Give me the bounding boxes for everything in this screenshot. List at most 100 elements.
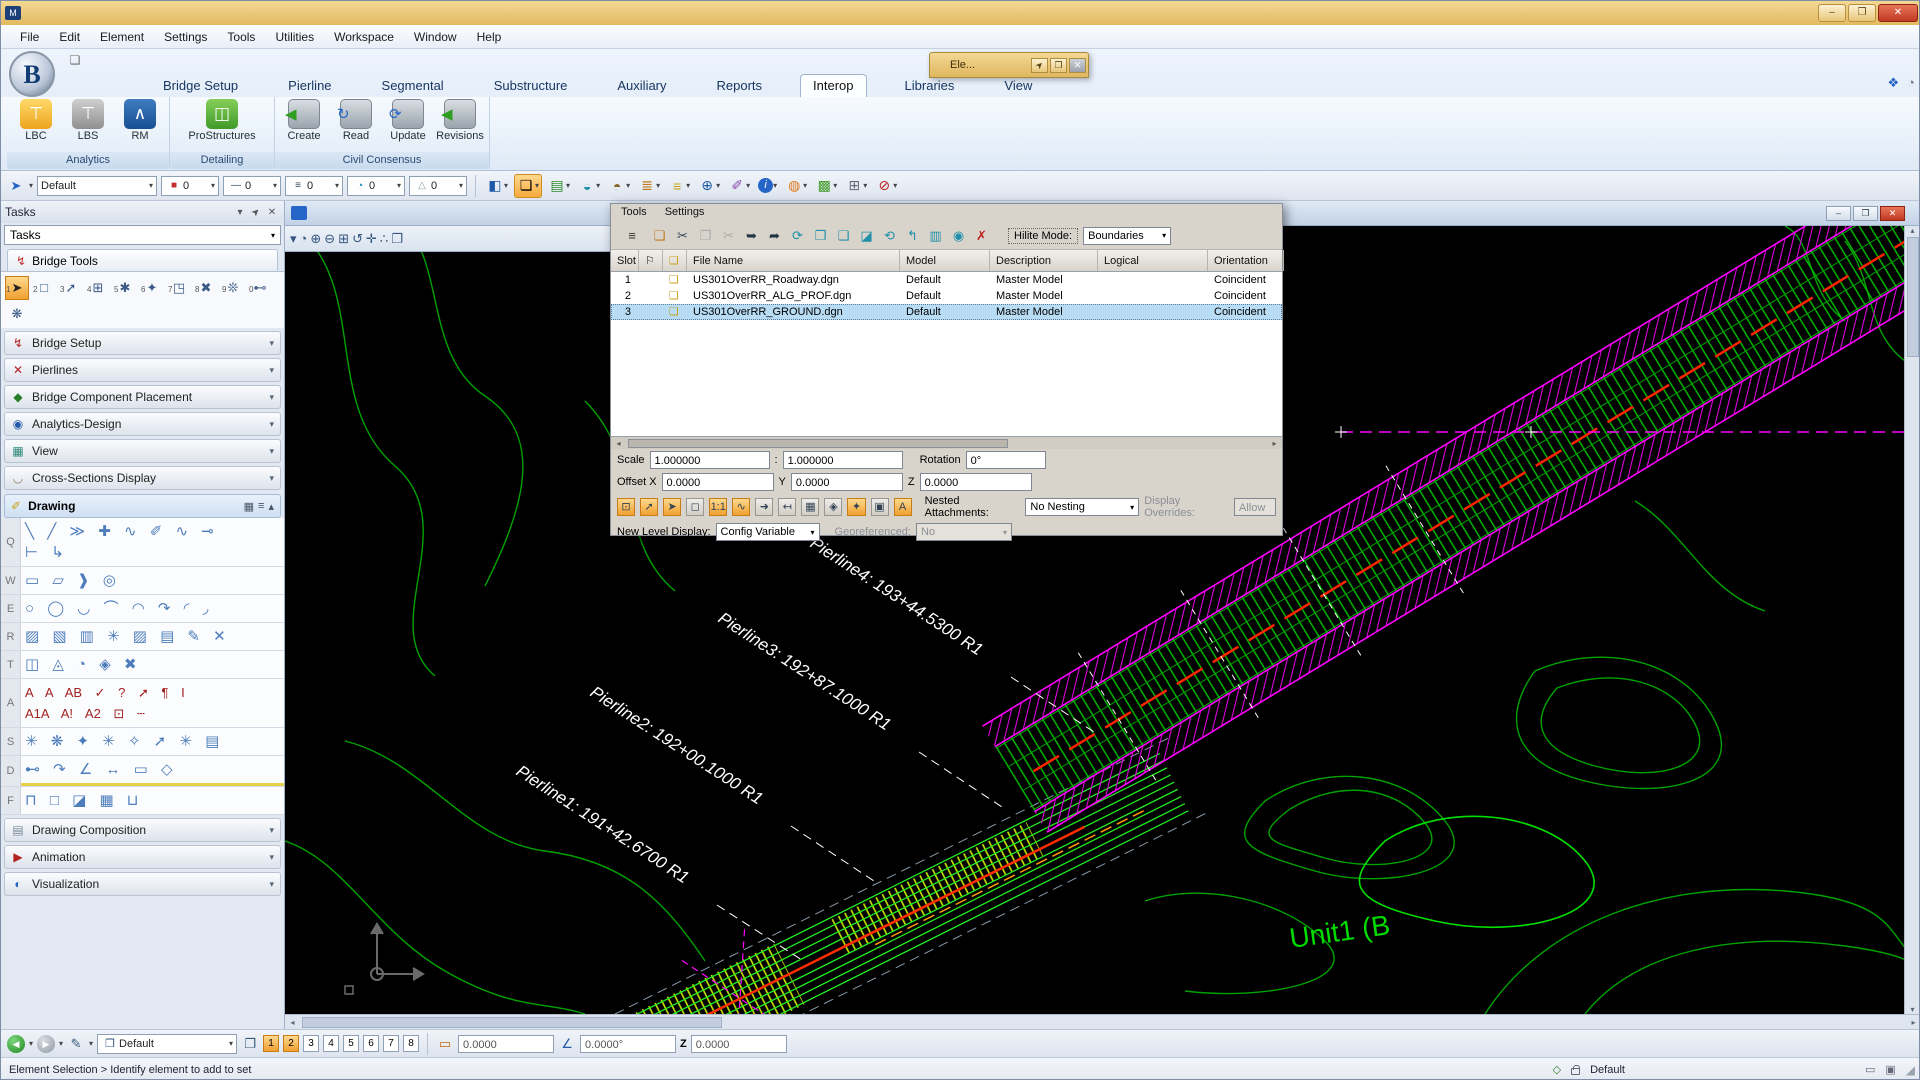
task-tool-button[interactable]: ✦6: [140, 276, 164, 300]
menu-item[interactable]: Workspace: [325, 27, 403, 47]
column-description[interactable]: Description: [990, 250, 1098, 271]
ribbon-item[interactable]: ⊤ LBC: [13, 99, 59, 152]
menu-item[interactable]: File: [11, 27, 48, 47]
dialog-menu-item[interactable]: Settings: [665, 206, 705, 222]
dialog-menu-item[interactable]: Tools: [621, 206, 647, 222]
ribbon-extra-icon[interactable]: ◔: [1907, 75, 1915, 91]
dialog-tool-icon[interactable]: ↰: [902, 225, 923, 246]
view-tool-icon[interactable]: ⊞: [338, 231, 349, 247]
view-restore-button[interactable]: ❐: [1853, 206, 1878, 221]
primary-toolbar-icon[interactable]: ✐▾: [726, 174, 752, 198]
chevron-down-icon[interactable]: ▾: [269, 365, 274, 376]
pin-icon[interactable]: ➤: [248, 207, 264, 218]
view-toggle-button[interactable]: 5: [343, 1035, 359, 1052]
view-toggle-button[interactable]: 1: [263, 1035, 279, 1052]
line-style-combo[interactable]: —0▾: [223, 176, 281, 196]
column-file-name[interactable]: File Name: [687, 250, 900, 271]
reference-row[interactable]: 2 ❏ US301OverRR_ALG_PROF.dgn Default Mas…: [611, 288, 1282, 304]
task-tool-button[interactable]: ❊9: [221, 276, 245, 300]
drawing-tool-icons[interactable]: ○ ◯ ◡ ⌒ ◠ ↷ ◜ ◞: [21, 595, 284, 622]
primary-toolbar-icon[interactable]: ▩▾: [813, 174, 839, 198]
dialog-tool-icon[interactable]: ⟳: [787, 225, 808, 246]
annotation-tool-icon[interactable]: ✎: [67, 1036, 85, 1052]
view-tool-icon[interactable]: ✛: [366, 231, 377, 247]
back-button[interactable]: ◀: [7, 1035, 25, 1053]
ribbon-tab[interactable]: Bridge Setup: [151, 75, 250, 97]
chevron-down-icon[interactable]: ▾: [269, 852, 274, 863]
ribbon-extra-icon[interactable]: ❖: [1887, 75, 1899, 91]
primary-toolbar-icon[interactable]: ◧▾: [484, 174, 510, 198]
view-group-combo[interactable]: ❒ Default▾: [97, 1034, 237, 1054]
close-button[interactable]: ✕: [1878, 4, 1918, 22]
task-tool-button[interactable]: ⊷0: [248, 276, 272, 300]
vertical-scrollbar[interactable]: ▴ ▾: [1904, 226, 1920, 1014]
view-minimize-button[interactable]: –: [1826, 206, 1851, 221]
ribbon-item[interactable]: ↻ Read: [333, 99, 379, 152]
dialog-tool-icon[interactable]: ✂: [672, 225, 693, 246]
scale-right-input[interactable]: 1.000000: [783, 451, 903, 469]
view-toggle-button[interactable]: 3: [303, 1035, 319, 1052]
dialog-tool-icon[interactable]: ≡: [617, 225, 647, 246]
primary-toolbar-icon[interactable]: ❏▾: [514, 174, 542, 198]
rotation-input[interactable]: 0°: [966, 451, 1046, 469]
floating-panel[interactable]: Ele... ➤ ❐ ✕: [929, 52, 1089, 78]
element-class-combo[interactable]: ◔0▾: [347, 176, 405, 196]
primary-toolbar-icon[interactable]: ◓▾: [606, 174, 632, 198]
cascade-views-icon[interactable]: ❐: [241, 1036, 259, 1052]
primary-toolbar-icon[interactable]: ≡▾: [666, 174, 692, 198]
view-tool-icon[interactable]: ▾: [290, 231, 297, 247]
z-readout[interactable]: 0.0000: [691, 1035, 787, 1053]
references-dialog[interactable]: Tools Settings ≡ ❏ ✂ ❐ ✂ ➥ ➦ ⟳ ❐: [610, 203, 1283, 536]
view-toggle-button[interactable]: 6: [363, 1035, 379, 1052]
chevron-down-icon[interactable]: ▾: [269, 392, 274, 403]
menu-item[interactable]: Element: [91, 27, 153, 47]
column-slot[interactable]: Slot: [611, 250, 639, 271]
primary-toolbar-icon[interactable]: ≣▾: [636, 174, 662, 198]
ribbon-item[interactable]: ∧ RM: [117, 99, 163, 152]
chevron-up-icon[interactable]: ▴: [268, 500, 274, 513]
active-level-combo[interactable]: Default▾: [37, 176, 157, 196]
status-tool-icon[interactable]: ▣: [1885, 1063, 1895, 1076]
drawing-tool-icons[interactable]: A A AB ✓ ? ➚ ¶ IA1A A! A2 ⊡ ┄: [21, 679, 284, 727]
display-overrides-value[interactable]: Allow: [1234, 498, 1276, 516]
view-toggle-button[interactable]: 2: [283, 1035, 299, 1052]
ribbon-item[interactable]: ◫ ProStructures: [176, 99, 268, 152]
task-tool-button[interactable]: ⊞4: [86, 276, 110, 300]
ribbon-tab[interactable]: Interop: [800, 74, 866, 97]
ribbon-tab[interactable]: Libraries: [893, 75, 967, 97]
dialog-tool-icon[interactable]: ◪: [856, 225, 877, 246]
menu-item[interactable]: Help: [468, 27, 511, 47]
offset-x-input[interactable]: 0.0000: [662, 473, 774, 491]
task-tool-button[interactable]: ✖8: [194, 276, 218, 300]
view-toggle-button[interactable]: 8: [403, 1035, 419, 1052]
ribbon-item[interactable]: ⊤ LBS: [65, 99, 111, 152]
primary-toolbar-icon[interactable]: ⊘▾: [873, 174, 899, 198]
ribbon-item[interactable]: ◀ Create: [281, 99, 327, 152]
dialog-horizontal-scrollbar[interactable]: ◂ ▸: [611, 436, 1282, 449]
attachment-toggle[interactable]: ▣: [871, 498, 889, 516]
drawing-tool-icons[interactable]: ▭ ▱ ❱ ◎: [21, 567, 284, 594]
dialog-tool-icon[interactable]: ➥: [741, 225, 762, 246]
ribbon-tab[interactable]: Segmental: [370, 75, 456, 97]
chevron-down-icon[interactable]: ▾: [59, 1039, 63, 1048]
dialog-tool-icon[interactable]: ✗: [971, 225, 992, 246]
dialog-tool-icon[interactable]: ✂: [718, 225, 739, 246]
close-icon[interactable]: ✕: [1069, 58, 1086, 73]
chevron-down-icon[interactable]: ▾: [269, 338, 274, 349]
restore-icon[interactable]: ❐: [1050, 58, 1067, 73]
chevron-down-icon[interactable]: ▾: [29, 1039, 33, 1048]
attachment-toggle[interactable]: ◻: [686, 498, 704, 516]
attachment-toggle[interactable]: ▦: [801, 498, 819, 516]
column-logical[interactable]: Logical: [1098, 250, 1208, 271]
task-section[interactable]: ▤ Drawing Composition ▾: [4, 818, 281, 842]
view-tool-icon[interactable]: ◔: [300, 231, 308, 246]
primary-toolbar-icon[interactable]: ◍▾: [783, 174, 809, 198]
task-tool-button[interactable]: ➤1: [5, 276, 29, 300]
grid-view-icon[interactable]: ▦: [244, 500, 254, 513]
offset-y-input[interactable]: 0.0000: [791, 473, 903, 491]
quick-access-icon[interactable]: ❏: [63, 53, 87, 71]
task-section[interactable]: ▦ View ▾: [4, 439, 281, 463]
hilite-mode-button[interactable]: Hilite Mode:: [1008, 228, 1078, 244]
attachment-toggle[interactable]: A: [894, 498, 912, 516]
active-element-template-icon[interactable]: ➤: [7, 178, 25, 194]
